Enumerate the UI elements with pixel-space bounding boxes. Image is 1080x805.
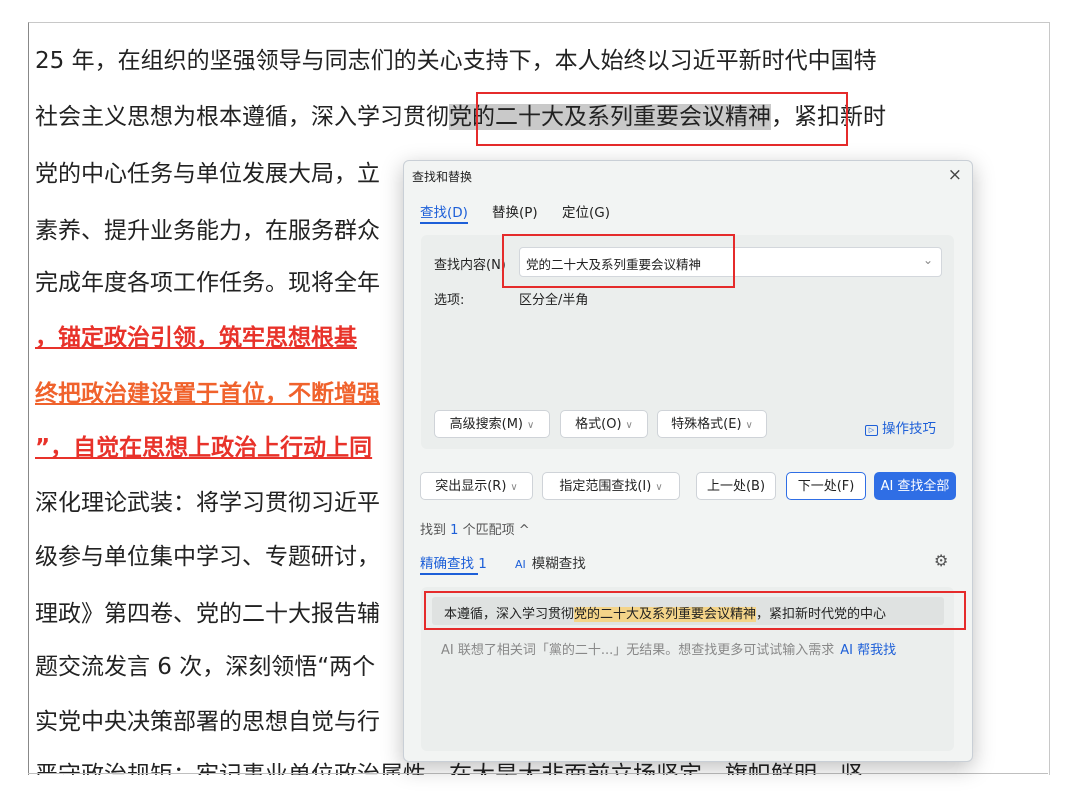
doc-line: 党的中心任务与单位发展大局，立 <box>35 161 380 187</box>
result-after: ，紧扣新时代党的中心 <box>756 607 887 622</box>
play-icon: ▷ <box>865 425 878 436</box>
active-tab-indicator <box>420 222 468 224</box>
doc-text: 社会主义思想为根本遵循，深入学习贯彻 <box>35 104 449 130</box>
collapse-icon[interactable]: ^ <box>519 523 530 538</box>
doc-heading: 终把政治建设置于首位，不断增强 <box>35 381 380 407</box>
chevron-down-icon: ∨ <box>510 482 518 493</box>
tab-goto[interactable]: 定位(G) <box>562 201 610 221</box>
special-format-button[interactable]: 特殊格式(E) ∨ <box>657 410 767 438</box>
doc-search-highlight: 党的二十大及系列重要会议精神 <box>449 104 771 130</box>
active-subtab-indicator <box>420 573 478 575</box>
doc-heading: ，锚定政治引领，筑牢思想根基 <box>35 325 357 351</box>
doc-line-with-highlight: 社会主义思想为根本遵循，深入学习贯彻党的二十大及系列重要会议精神，紧扣新时 <box>35 102 886 132</box>
find-label: 查找内容(N) <box>434 258 506 273</box>
doc-line: 题交流发言 6 次，深刻领悟“两个 <box>35 654 376 680</box>
fuzzy-search-label: 模糊查找 <box>531 556 586 572</box>
ai-find-all-button[interactable]: AI 查找全部 <box>874 472 956 500</box>
doc-text: ，紧扣新时 <box>771 104 886 130</box>
ai-badge-icon: AI <box>515 558 526 571</box>
highlight-label: 突出显示(R) <box>435 479 507 494</box>
chevron-down-icon: ∨ <box>625 420 633 431</box>
options-label: 选项: <box>434 293 465 308</box>
page-bottom-rule <box>28 773 1048 774</box>
found-prefix: 找到 <box>420 523 447 538</box>
doc-line: 完成年度各项工作任务。现将全年 <box>35 270 380 296</box>
advanced-search-button[interactable]: 高级搜索(M) ∨ <box>434 410 550 438</box>
chevron-down-icon[interactable]: ⌄ <box>923 253 933 267</box>
find-input-value: 党的二十大及系列重要会议精神 <box>526 257 702 272</box>
range-find-button[interactable]: 指定范围查找(I) ∨ <box>542 472 680 500</box>
special-format-label: 特殊格式(E) <box>671 417 742 432</box>
advanced-search-label: 高级搜索(M) <box>449 417 524 432</box>
result-match: 党的二十大及系列重要会议精神 <box>574 607 757 622</box>
match-count: 找到 1 个匹配项 ^ <box>420 519 530 538</box>
dialog-title: 查找和替换 <box>412 170 473 184</box>
found-count: 1 <box>450 523 459 538</box>
next-button[interactable]: 下一处(F) <box>786 472 866 500</box>
doc-line: 深化理论武装：将学习贯彻习近平 <box>35 490 380 516</box>
doc-line: 级参与单位集中学习、专题研讨， <box>35 544 380 570</box>
ai-help-link[interactable]: AI 帮我找 <box>840 643 896 658</box>
gear-icon[interactable]: ⚙ <box>934 551 948 570</box>
close-icon[interactable]: × <box>948 165 962 185</box>
found-suffix: 个匹配项 <box>462 523 515 538</box>
options-value: 区分全/半角 <box>519 293 589 308</box>
format-button[interactable]: 格式(O) ∨ <box>560 410 648 438</box>
ai-note-text: AI 联想了相关词「黨的二十...」无结果。想查找更多可试试输入需求 <box>441 643 835 658</box>
result-text: 本遵循，深入学习贯彻党的二十大及系列重要会议精神，紧扣新时代党的中心 <box>444 603 886 622</box>
doc-line: 实党中央决策部署的思想自觉与行 <box>35 709 380 735</box>
chevron-down-icon: ∨ <box>745 420 753 431</box>
chevron-down-icon: ∨ <box>527 420 535 431</box>
tab-exact-search[interactable]: 精确查找 1 <box>420 552 487 572</box>
result-item[interactable]: 本遵循，深入学习贯彻党的二十大及系列重要会议精神，紧扣新时代党的中心 <box>432 597 944 625</box>
doc-heading: ”，自觉在思想上政治上行动上同 <box>35 435 373 461</box>
previous-button[interactable]: 上一处(B) <box>696 472 776 500</box>
find-replace-dialog: 查找和替换 × 查找(D) 替换(P) 定位(G) 查找内容(N) 党的二十大及… <box>403 160 973 762</box>
format-label: 格式(O) <box>575 417 622 432</box>
highlight-button[interactable]: 突出显示(R) ∨ <box>420 472 533 500</box>
chevron-down-icon: ∨ <box>655 482 663 493</box>
tab-replace[interactable]: 替换(P) <box>492 201 538 221</box>
tab-fuzzy-search[interactable]: AI 模糊查找 <box>515 552 586 572</box>
dialog-title-bar[interactable]: 查找和替换 × <box>404 161 972 191</box>
tab-find[interactable]: 查找(D) <box>420 201 468 221</box>
doc-line: 理政》第四卷、党的二十大报告辅 <box>35 601 380 627</box>
doc-line: 素养、提升业务能力，在服务群众 <box>35 218 380 244</box>
tips-label: 操作技巧 <box>882 421 936 437</box>
result-before: 本遵循，深入学习贯彻 <box>444 607 575 622</box>
ai-suggestion-note: AI 联想了相关词「黨的二十...」无结果。想查找更多可试试输入需求 AI 帮我找 <box>441 639 896 658</box>
doc-line: 25 年，在组织的坚强领导与同志们的关心支持下，本人始终以习近平新时代中国特 <box>35 48 877 74</box>
range-find-label: 指定范围查找(I) <box>559 479 652 494</box>
tips-link[interactable]: ▷ 操作技巧 <box>865 417 936 437</box>
find-input[interactable]: 党的二十大及系列重要会议精神 ⌄ <box>519 247 942 277</box>
